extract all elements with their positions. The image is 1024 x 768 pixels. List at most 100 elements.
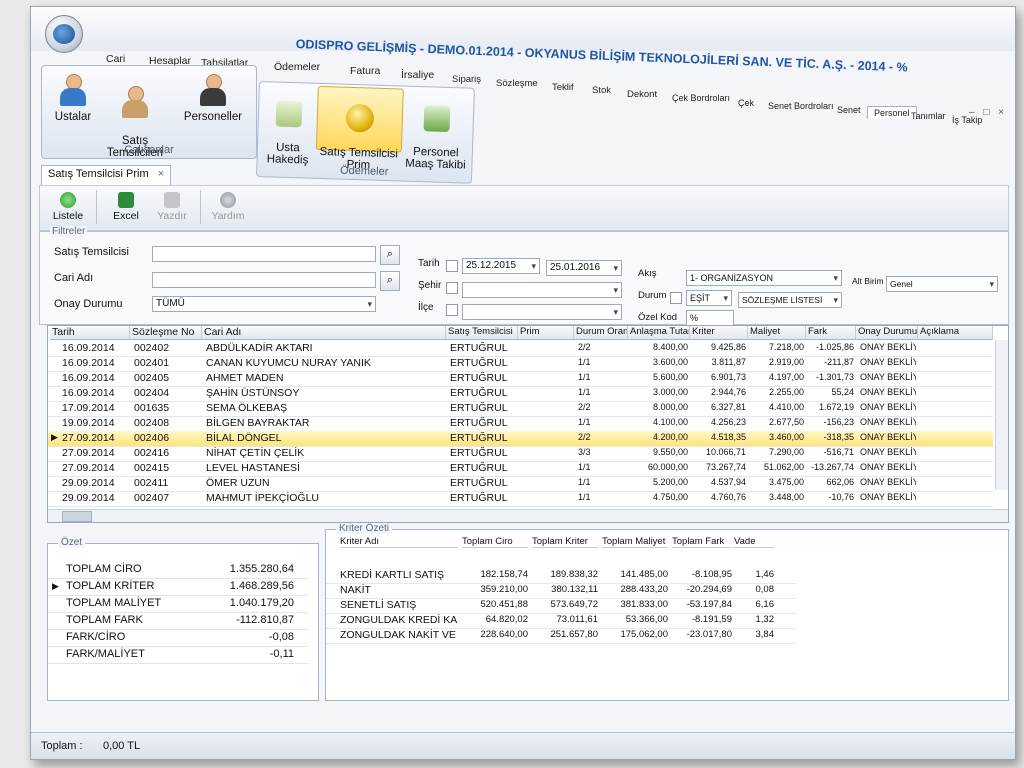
tab-cek[interactable]: Çek xyxy=(738,98,754,108)
summary-row[interactable]: FARK/CİRO -0,08 xyxy=(48,630,308,647)
tab-cari[interactable]: Cari xyxy=(106,53,125,65)
salary-tracking-button[interactable]: Personel Maaş Takibi xyxy=(401,93,471,172)
search-icon[interactable]: ⌕ xyxy=(380,245,400,265)
criteria-row[interactable]: KREDİ KARTLI SATIŞ 182.158,74 189.838,32 14… xyxy=(326,568,796,584)
tab-sozlesme[interactable]: Sözleşme xyxy=(496,78,538,89)
sales-rep-input[interactable] xyxy=(152,246,376,262)
table-cell: 3.448,00 xyxy=(768,492,804,502)
date-to-input[interactable]: 25.01.2016 xyxy=(546,260,622,276)
column-header[interactable]: Tarih xyxy=(50,326,130,340)
criteria-row[interactable]: NAKİT 359.210,00 380.132,11 288.433,20 -20.2… xyxy=(326,583,796,599)
table-row[interactable]: ▶ 27.09.2014 002406 BİLAL DÖNGEL ERTUĞRUL 2/2… xyxy=(48,431,993,447)
status-checkbox[interactable] xyxy=(670,292,682,304)
tab-senet-bordrolari[interactable]: Senet Bordroları xyxy=(768,101,834,111)
approval-status-select[interactable]: TÜMÜ xyxy=(152,296,376,312)
column-header[interactable]: Onay Durumu xyxy=(856,326,918,340)
table-cell: -1.301,73 xyxy=(815,372,854,382)
criteria-row[interactable]: ZONGULDAK KREDİ KAR 64.820,02 73.011,61 53.… xyxy=(326,613,796,629)
horizontal-scrollbar[interactable] xyxy=(48,509,1008,522)
criteria-row[interactable]: SENETLİ SATIŞ 520.451,88 573.649,72 381.833… xyxy=(326,598,796,614)
criteria-row[interactable]: ZONGULDAK NAKİT VE S 228.640,00 251.657,80… xyxy=(326,628,796,644)
tab-odemeler[interactable]: Ödemeler xyxy=(274,61,320,73)
criteria-cell: 64.820,02 xyxy=(485,614,528,625)
criteria-cell: 380.132,11 xyxy=(551,584,598,595)
flow-label: Akış xyxy=(638,268,657,279)
table-row[interactable]: 17.09.2014 001635 SEMA ÖLKEBAŞ ERTUĞRUL 2/2 8… xyxy=(48,401,993,417)
tab-cek-bordrolari[interactable]: Çek Bordroları xyxy=(672,93,730,103)
column-header[interactable]: Cari Adı xyxy=(202,326,446,340)
tab-dekont[interactable]: Dekont xyxy=(627,89,657,100)
criteria-column-header[interactable]: Toplam Maliyet xyxy=(602,536,668,548)
tab-siparis[interactable]: Sipariş xyxy=(452,74,481,85)
table-row[interactable]: 29.09.2014 002407 MAHMUT İPEKÇİOĞLU ERTUĞRU… xyxy=(48,491,993,507)
tab-personel[interactable]: Personel xyxy=(867,106,917,119)
criteria-cell: -8.191,59 xyxy=(691,614,732,625)
table-row[interactable]: 16.09.2014 002405 AHMET MADEN ERTUĞRUL 1/1 5.… xyxy=(48,371,993,387)
criteria-column-header[interactable]: Toplam Fark xyxy=(672,536,732,548)
scrollbar-thumb[interactable] xyxy=(62,511,92,522)
date-checkbox[interactable] xyxy=(446,260,458,272)
column-header[interactable]: Satış Temsilcisi xyxy=(446,326,518,340)
district-checkbox[interactable] xyxy=(446,304,458,316)
app-orb-icon[interactable] xyxy=(45,15,83,53)
table-cell: 002407 xyxy=(134,492,170,504)
summary-row[interactable]: ▶ TOPLAM KRİTER 1.468.289,56 xyxy=(48,579,308,596)
employees-button[interactable]: Personeller xyxy=(176,74,250,123)
column-header[interactable]: Kriter xyxy=(690,326,748,340)
table-row[interactable]: 29.09.2014 002411 ÖMER UZUN ERTUĞRUL 1/1 5.20… xyxy=(48,476,993,492)
master-earnings-button[interactable]: Usta Hakediş xyxy=(261,88,315,167)
column-header[interactable]: Açıklama xyxy=(918,326,993,340)
account-input[interactable] xyxy=(152,272,376,288)
tab-irsaliye[interactable]: İrsaliye xyxy=(401,69,434,81)
tab-stok[interactable]: Stok xyxy=(592,85,611,96)
date-from-input[interactable]: 25.12.2015 xyxy=(462,258,540,274)
table-row[interactable]: 19.09.2014 002408 BİLGEN BAYRAKTAR ERTUĞRUL… xyxy=(48,416,993,432)
print-button[interactable]: Yazdır xyxy=(152,190,192,226)
tab-teklif[interactable]: Teklif xyxy=(552,82,574,93)
tab-tanimlar[interactable]: Tanımlar xyxy=(911,111,946,121)
masters-button[interactable]: Ustalar xyxy=(48,74,98,123)
column-header[interactable]: Maliyet xyxy=(748,326,806,340)
table-row[interactable]: 27.09.2014 002415 LEVEL HASTANESİ ERTUĞRUL 1… xyxy=(48,461,993,477)
tab-fatura[interactable]: Fatura xyxy=(350,65,380,77)
close-icon[interactable]: × xyxy=(158,168,164,180)
sub-unit-select[interactable]: Genel xyxy=(886,276,998,292)
city-select[interactable] xyxy=(462,282,622,298)
column-header[interactable]: Anlaşma Tutarı xyxy=(628,326,690,340)
column-header[interactable]: Durum Oranı xyxy=(574,326,628,340)
status-operator-select[interactable]: EŞİT xyxy=(686,290,732,306)
search-icon[interactable]: ⌕ xyxy=(380,271,400,291)
special-code-input[interactable]: % xyxy=(686,310,734,326)
summary-row[interactable]: TOPLAM CİRO 1.355.280,64 xyxy=(48,562,308,579)
table-row[interactable]: 16.09.2014 002404 ŞAHİN ÜSTÜNSOY ERTUĞRUL 1/… xyxy=(48,386,993,402)
column-header[interactable]: Sözleşme No xyxy=(130,326,202,340)
column-header[interactable]: Prim xyxy=(518,326,574,340)
table-cell: 29.09.2014 xyxy=(62,492,115,504)
table-row[interactable]: 27.09.2014 002416 NİHAT ÇETİN ÇELİK ERTUĞRU… xyxy=(48,446,993,462)
table-cell: 1.672,19 xyxy=(818,402,854,412)
table-cell: -156,23 xyxy=(823,417,854,427)
summary-row[interactable]: TOPLAM MALİYET 1.040.179,20 xyxy=(48,596,308,613)
table-cell: 29.09.2014 xyxy=(62,477,115,489)
criteria-column-header[interactable]: Toplam Kriter xyxy=(532,536,598,548)
summary-row[interactable]: FARK/MALİYET -0,11 xyxy=(48,647,308,664)
tab-is-takip[interactable]: İş Takip xyxy=(952,115,982,125)
status-select[interactable]: SÖZLEŞME LİSTESİ xyxy=(738,292,842,308)
table-row[interactable]: 16.09.2014 002401 CANAN KUYUMCU NURAY YANI… xyxy=(48,356,993,372)
vertical-scrollbar[interactable] xyxy=(995,340,1008,490)
help-button[interactable]: Yardım xyxy=(208,190,248,226)
sales-rep-bonus-button[interactable]: Satış Temsilcisi Prim xyxy=(315,85,404,172)
table-cell: 002401 xyxy=(134,357,170,369)
criteria-column-header[interactable]: Kriter Adı xyxy=(340,536,458,548)
criteria-column-header[interactable]: Vade xyxy=(734,536,774,548)
tab-senet[interactable]: Senet xyxy=(837,105,861,115)
city-checkbox[interactable] xyxy=(446,282,458,294)
column-header[interactable]: Fark xyxy=(806,326,856,340)
summary-row[interactable]: TOPLAM FARK -112.810,87 xyxy=(48,613,308,630)
excel-button[interactable]: Excel xyxy=(106,190,146,226)
table-row[interactable]: 16.09.2014 002402 ABDÜLKADİR AKTARI ERTUĞRU… xyxy=(48,341,993,357)
district-select[interactable] xyxy=(462,304,622,320)
criteria-column-header[interactable]: Toplam Ciro xyxy=(462,536,528,548)
list-button[interactable]: Listele xyxy=(48,190,88,226)
flow-select[interactable]: 1- ORGANİZASYON xyxy=(686,270,842,286)
